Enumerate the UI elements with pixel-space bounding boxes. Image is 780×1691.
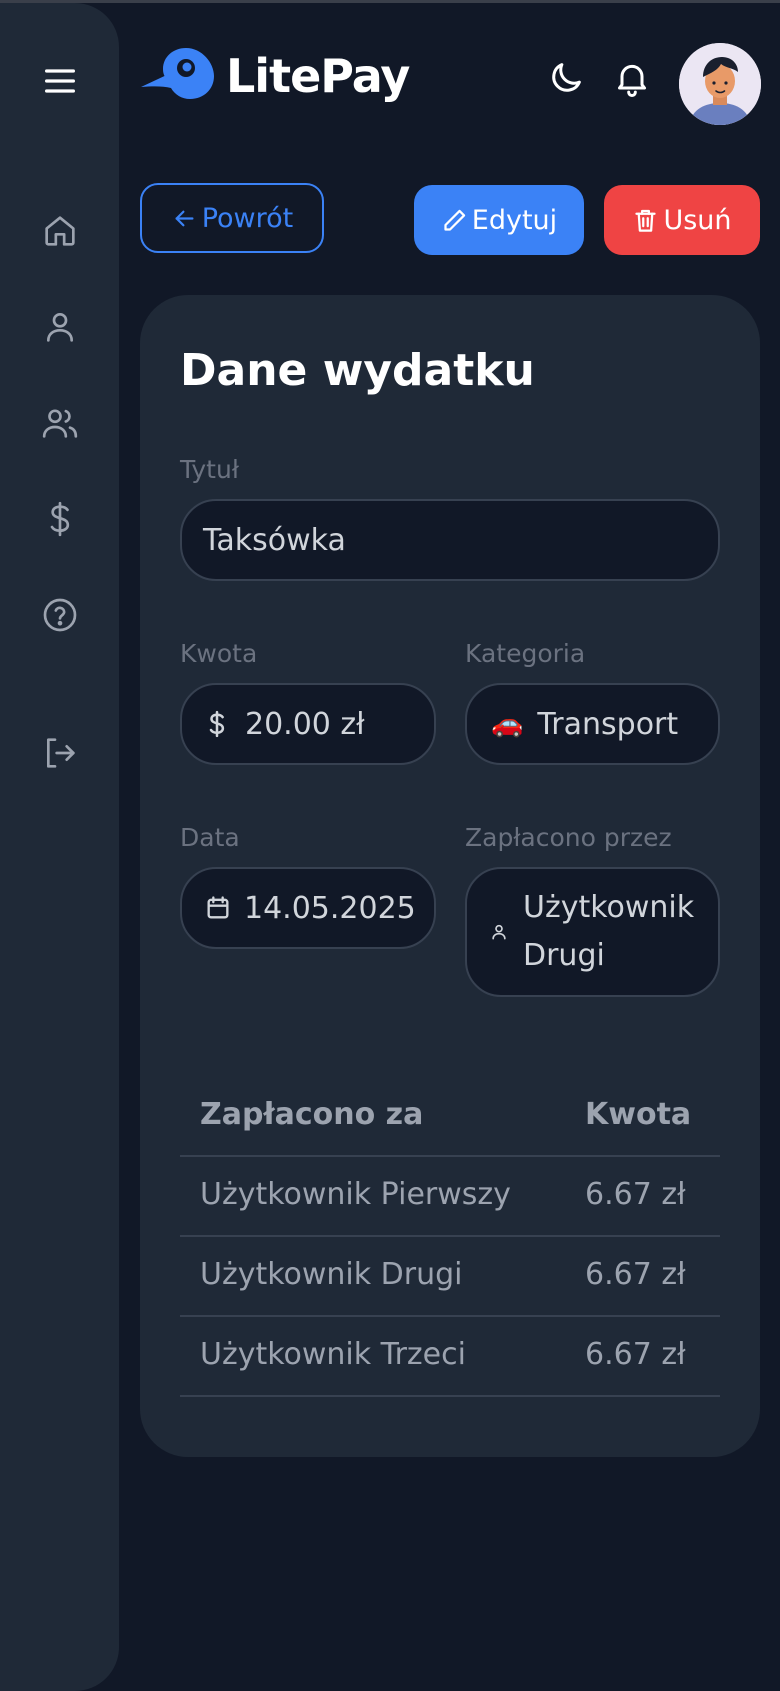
dollar-icon <box>209 710 225 738</box>
trash-icon <box>635 209 657 232</box>
sidebar <box>0 3 119 1691</box>
app-logo[interactable]: LitePay <box>140 44 410 108</box>
date-field[interactable]: 14.05.2025 <box>180 867 436 949</box>
sidebar-item-help[interactable] <box>32 587 88 643</box>
category-label: Kategoria <box>465 639 586 668</box>
sidebar-item-groups[interactable] <box>32 395 88 451</box>
expense-details-card: Dane wydatku Tytuł Taksówka Kwota 20.00 … <box>140 295 760 1457</box>
amount-value: 20.00 zł <box>245 706 365 742</box>
card-title: Dane wydatku <box>180 345 535 396</box>
arrow-left-icon <box>175 210 194 226</box>
paid-by-field[interactable]: Użytkownik Drugi <box>465 867 720 997</box>
menu-icon <box>45 69 76 93</box>
help-icon <box>43 598 77 632</box>
table-row-amount: 6.67 zł <box>585 1337 686 1372</box>
edit-button-label: Edytuj <box>471 204 558 236</box>
category-field[interactable]: 🚗 Transport <box>465 683 720 765</box>
table-header-paid-for: Zapłacono za <box>200 1097 424 1132</box>
table-row-name: Użytkownik Pierwszy <box>200 1177 511 1212</box>
category-value: Transport <box>537 706 679 742</box>
avatar[interactable] <box>679 43 761 125</box>
back-button[interactable]: Powrót <box>140 183 324 253</box>
edit-button[interactable]: Edytuj <box>414 185 584 255</box>
bird-logo-icon <box>141 48 214 99</box>
divider <box>180 1155 720 1157</box>
back-button-label: Powrót <box>201 202 294 234</box>
paid-by-value-line1: Użytkownik <box>523 890 695 925</box>
delete-button[interactable]: Usuń <box>604 185 760 255</box>
sidebar-item-profile[interactable] <box>32 299 88 355</box>
amount-field[interactable]: 20.00 zł <box>180 683 436 765</box>
users-icon <box>42 409 78 438</box>
title-label: Tytuł <box>180 455 239 484</box>
title-value: Taksówka <box>203 522 346 558</box>
app-name: LitePay <box>226 49 410 103</box>
logout-icon <box>47 738 75 768</box>
pencil-icon <box>444 209 465 231</box>
paid-by-label: Zapłacono przez <box>465 823 672 852</box>
table-row-amount: 6.67 zł <box>585 1257 686 1292</box>
delete-button-label: Usuń <box>663 204 732 236</box>
date-label: Data <box>180 823 240 852</box>
moon-icon[interactable] <box>546 58 586 98</box>
paid-by-value-line2: Drugi <box>523 938 605 973</box>
divider <box>180 1235 720 1237</box>
home-icon <box>45 216 75 246</box>
user-icon <box>47 313 73 342</box>
avatar-illustration <box>679 43 761 125</box>
sidebar-item-home[interactable] <box>32 203 88 259</box>
title-field[interactable]: Taksówka <box>180 499 720 581</box>
table-row-name: Użytkownik Trzeci <box>200 1337 466 1372</box>
amount-label: Kwota <box>180 639 258 668</box>
divider <box>180 1395 720 1397</box>
menu-button[interactable] <box>32 53 88 109</box>
bell-icon[interactable] <box>612 58 652 98</box>
date-value: 14.05.2025 <box>244 890 416 926</box>
dollar-icon <box>50 501 70 537</box>
sidebar-item-expenses[interactable] <box>32 491 88 547</box>
table-header-amount: Kwota <box>585 1097 692 1132</box>
divider <box>180 1315 720 1317</box>
table-row-name: Użytkownik Drugi <box>200 1257 463 1292</box>
user-icon <box>492 924 506 940</box>
sidebar-item-logout[interactable] <box>32 725 88 781</box>
calendar-icon <box>207 896 229 919</box>
car-icon: 🚗 <box>491 709 524 739</box>
window-top-border <box>0 0 780 3</box>
table-row-amount: 6.67 zł <box>585 1177 686 1212</box>
